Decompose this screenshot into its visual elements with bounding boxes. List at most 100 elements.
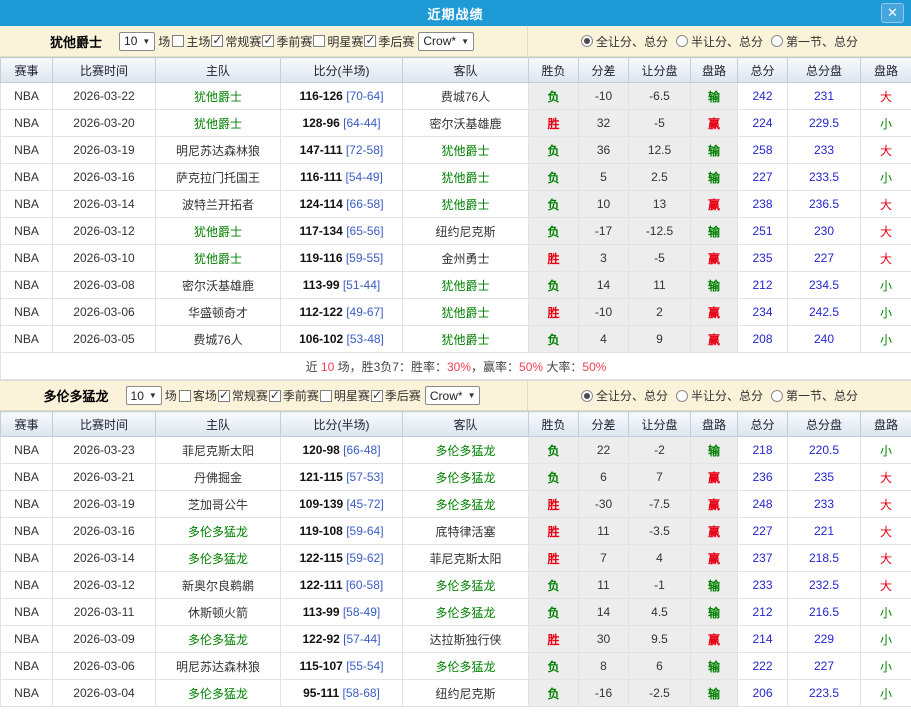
home-team-cell: 丹佛掘金 xyxy=(156,464,281,491)
handicap-result-cell: 输 xyxy=(691,599,738,626)
checkbox-checked-icon[interactable] xyxy=(218,390,230,402)
score-cell: 117-134 [65-56] xyxy=(281,218,403,245)
radio-item: 第一节、总分 xyxy=(771,33,858,50)
radio-item: 半让分、总分 xyxy=(676,33,763,50)
handicap-result-cell: 赢 xyxy=(691,491,738,518)
score-cell: 119-108 [59-64] xyxy=(281,518,403,545)
league-cell: NBA xyxy=(1,245,53,272)
checkbox-checked-icon[interactable] xyxy=(211,35,223,47)
col-diff: 分差 xyxy=(579,412,629,437)
checkbox-unchecked-icon[interactable] xyxy=(313,35,325,47)
games-count-value: 10 xyxy=(124,34,137,48)
checkbox-unchecked-icon[interactable] xyxy=(320,390,332,402)
games-unit-label: 场 xyxy=(165,387,177,404)
game-row: NBA2026-03-12犹他爵士117-134 [65-56]纽约尼克斯负-1… xyxy=(1,218,911,245)
half-score: [57-44] xyxy=(343,632,380,646)
handicap-result-cell: 赢 xyxy=(691,299,738,326)
radio-unselected-icon[interactable] xyxy=(676,390,688,402)
date-cell: 2026-03-12 xyxy=(53,218,156,245)
final-score: 124-114 xyxy=(299,197,342,211)
total-points-cell: 208 xyxy=(738,326,788,353)
game-row: NBA2026-03-22犹他爵士116-126 [70-64]费城76人负-1… xyxy=(1,83,911,110)
handicap-result-cell: 赢 xyxy=(691,326,738,353)
point-diff-cell: 3 xyxy=(579,245,629,272)
checkbox-checked-icon[interactable] xyxy=(364,35,376,47)
game-row: NBA2026-03-20犹他爵士128-96 [64-44]密尔沃基雄鹿胜32… xyxy=(1,110,911,137)
total-line-cell: 233 xyxy=(788,491,861,518)
checkbox-checked-icon[interactable] xyxy=(262,35,274,47)
total-line-cell: 234.5 xyxy=(788,272,861,299)
radio-item: 第一节、总分 xyxy=(771,387,858,404)
handicap-line-cell: -3.5 xyxy=(629,518,691,545)
result-cell: 胜 xyxy=(529,518,579,545)
close-button[interactable]: ✕ xyxy=(881,3,904,23)
radio-unselected-icon[interactable] xyxy=(771,390,783,402)
over-under-cell: 大 xyxy=(861,245,911,272)
handicap-line-cell: -2.5 xyxy=(629,680,691,707)
game-row: NBA2026-03-06华盛顿奇才112-122 [49-67]犹他爵士胜-1… xyxy=(1,299,911,326)
checkbox-unchecked-icon[interactable] xyxy=(172,35,184,47)
result-cell: 胜 xyxy=(529,110,579,137)
result-cell: 负 xyxy=(529,218,579,245)
filter-checkbox-item: 季后赛 xyxy=(364,33,414,50)
date-cell: 2026-03-22 xyxy=(53,83,156,110)
bookmaker-value: Crow* xyxy=(423,34,456,48)
score-cell: 112-122 [49-67] xyxy=(281,299,403,326)
date-cell: 2026-03-11 xyxy=(53,599,156,626)
home-team-cell: 波特兰开拓者 xyxy=(156,191,281,218)
games-count-select[interactable]: 10 ▼ xyxy=(119,32,155,51)
checkbox-label: 明星赛 xyxy=(327,33,363,50)
total-line-cell: 216.5 xyxy=(788,599,861,626)
handicap-line-cell: -7.5 xyxy=(629,491,691,518)
col-result: 胜负 xyxy=(529,58,579,83)
col-away: 客队 xyxy=(403,58,529,83)
point-diff-cell: -16 xyxy=(579,680,629,707)
away-team-cell: 金州勇士 xyxy=(403,245,529,272)
handicap-result-cell: 输 xyxy=(691,572,738,599)
filter-checkbox-item: 明星赛 xyxy=(320,387,370,404)
checkbox-checked-icon[interactable] xyxy=(371,390,383,402)
league-cell: NBA xyxy=(1,572,53,599)
radio-unselected-icon[interactable] xyxy=(676,35,688,47)
score-cell: 128-96 [64-44] xyxy=(281,110,403,137)
handicap-result-cell: 输 xyxy=(691,437,738,464)
date-cell: 2026-03-10 xyxy=(53,245,156,272)
final-score: 115-107 xyxy=(299,659,342,673)
over-under-cell: 小 xyxy=(861,437,911,464)
final-score: 120-98 xyxy=(302,443,339,457)
handicap-result-cell: 赢 xyxy=(691,518,738,545)
result-cell: 负 xyxy=(529,191,579,218)
col-home: 主队 xyxy=(156,412,281,437)
checkbox-unchecked-icon[interactable] xyxy=(179,390,191,402)
home-team-cell: 芝加哥公牛 xyxy=(156,491,281,518)
game-row: NBA2026-03-14波特兰开拓者124-114 [66-58]犹他爵士负1… xyxy=(1,191,911,218)
game-row: NBA2026-03-06明尼苏达森林狼115-107 [55-54]多伦多猛龙… xyxy=(1,653,911,680)
date-cell: 2026-03-21 xyxy=(53,464,156,491)
radio-label: 第一节、总分 xyxy=(786,33,858,50)
radio-selected-icon[interactable] xyxy=(581,390,593,402)
away-team-cell: 费城76人 xyxy=(403,83,529,110)
bookmaker-select[interactable]: Crow* ▼ xyxy=(425,386,481,405)
handicap-line-cell: -2 xyxy=(629,437,691,464)
checkbox-label: 季前赛 xyxy=(283,387,319,404)
total-points-cell: 242 xyxy=(738,83,788,110)
radio-selected-icon[interactable] xyxy=(581,35,593,47)
away-team-cell: 多伦多猛龙 xyxy=(403,653,529,680)
filter-checkbox-item: 季前赛 xyxy=(269,387,319,404)
over-under-cell: 大 xyxy=(861,191,911,218)
away-team-cell: 纽约尼克斯 xyxy=(403,218,529,245)
col-total-line: 总分盘 xyxy=(788,58,861,83)
home-team-cell: 新奥尔良鹈鹕 xyxy=(156,572,281,599)
final-score: 106-102 xyxy=(299,332,343,346)
radio-unselected-icon[interactable] xyxy=(771,35,783,47)
games-count-select[interactable]: 10 ▼ xyxy=(126,386,162,405)
col-result: 胜负 xyxy=(529,412,579,437)
score-cell: 95-111 [58-68] xyxy=(281,680,403,707)
checkbox-checked-icon[interactable] xyxy=(269,390,281,402)
point-diff-cell: 10 xyxy=(579,191,629,218)
handicap-line-cell: -5 xyxy=(629,110,691,137)
handicap-line-cell: 9.5 xyxy=(629,626,691,653)
col-total: 总分 xyxy=(738,58,788,83)
bookmaker-select[interactable]: Crow* ▼ xyxy=(418,32,474,51)
col-over-under: 盘路 xyxy=(861,412,911,437)
